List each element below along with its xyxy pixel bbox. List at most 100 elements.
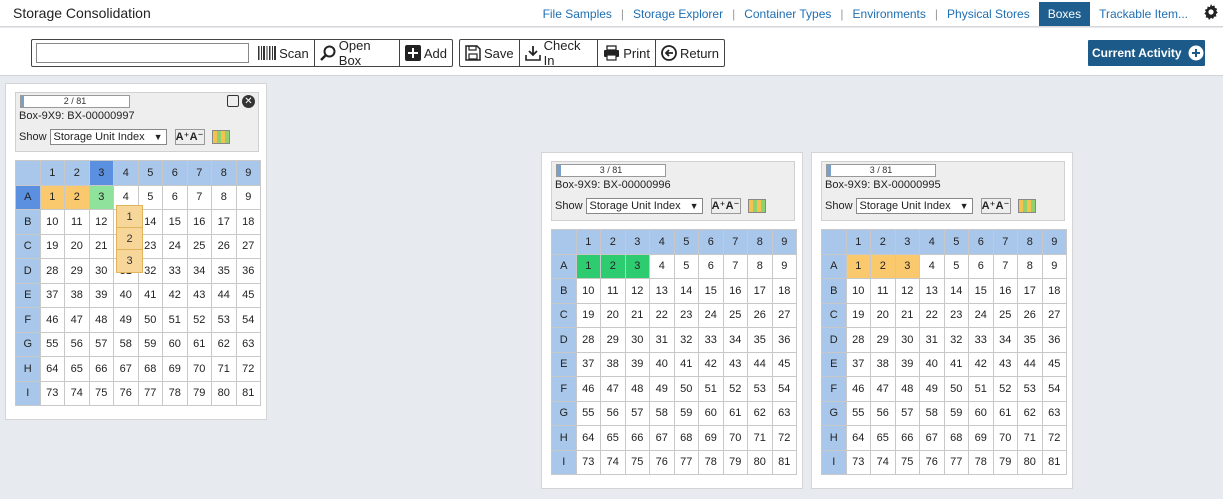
show-select[interactable]: Storage Unit Index ▼ [49, 129, 167, 145]
storage-slot[interactable]: 16 [722, 278, 748, 304]
row-header[interactable]: B [551, 278, 577, 304]
storage-slot[interactable]: 81 [235, 380, 261, 406]
row-header[interactable]: E [821, 351, 847, 377]
storage-slot[interactable]: 50 [943, 376, 969, 402]
storage-slot[interactable]: 69 [968, 425, 994, 451]
storage-slot[interactable]: 51 [968, 376, 994, 402]
storage-slot[interactable]: 59 [137, 331, 163, 357]
storage-slot[interactable]: 31 [649, 327, 675, 353]
nav-container-types[interactable]: Container Types [735, 7, 840, 21]
storage-slot[interactable]: 54 [1041, 376, 1067, 402]
storage-slot[interactable]: 19 [39, 233, 65, 259]
row-header[interactable]: A [821, 253, 847, 279]
storage-slot[interactable]: 13 [649, 278, 675, 304]
row-header[interactable]: H [821, 425, 847, 451]
storage-slot[interactable]: 43 [186, 282, 212, 308]
storage-slot[interactable]: 42 [162, 282, 188, 308]
font-decrease-button[interactable]: A⁻ [190, 130, 204, 144]
storage-slot[interactable]: 24 [698, 302, 724, 328]
column-header[interactable]: 8 [1017, 229, 1043, 255]
storage-slot[interactable]: 62 [211, 331, 237, 357]
row-header[interactable]: C [551, 302, 577, 328]
storage-slot[interactable]: 75 [88, 380, 114, 406]
storage-slot[interactable]: 8 [1017, 253, 1043, 279]
column-header[interactable]: 2 [870, 229, 896, 255]
storage-slot[interactable]: 34 [992, 327, 1018, 353]
column-header[interactable]: 3 [88, 160, 114, 186]
row-header[interactable]: C [821, 302, 847, 328]
row-header[interactable]: G [15, 331, 41, 357]
storage-slot[interactable]: 41 [137, 282, 163, 308]
storage-slot[interactable]: 48 [624, 376, 650, 402]
storage-slot[interactable]: 62 [747, 400, 773, 426]
font-increase-button[interactable]: A⁺ [982, 199, 996, 213]
storage-slot[interactable]: 79 [186, 380, 212, 406]
storage-slot[interactable]: 80 [211, 380, 237, 406]
column-header[interactable]: 5 [137, 160, 163, 186]
storage-slot[interactable]: 75 [624, 449, 650, 475]
storage-slot[interactable]: 30 [894, 327, 920, 353]
row-header[interactable]: B [15, 209, 41, 235]
storage-slot[interactable]: 35 [211, 258, 237, 284]
storage-slot[interactable]: 23 [673, 302, 699, 328]
show-select[interactable]: Storage Unit Index ▼ [585, 198, 703, 214]
storage-slot[interactable]: 26 [747, 302, 773, 328]
storage-slot[interactable]: 8 [211, 184, 237, 210]
storage-slot[interactable]: 37 [845, 351, 871, 377]
storage-slot[interactable]: 2 [64, 184, 90, 210]
storage-slot[interactable]: 37 [575, 351, 601, 377]
add-button[interactable]: Add [398, 40, 452, 66]
column-header[interactable]: 4 [919, 229, 945, 255]
storage-slot[interactable]: 46 [575, 376, 601, 402]
column-header[interactable]: 5 [943, 229, 969, 255]
row-header[interactable]: I [15, 380, 41, 406]
column-header[interactable]: 5 [673, 229, 699, 255]
storage-slot[interactable]: 77 [673, 449, 699, 475]
storage-slot[interactable]: 46 [845, 376, 871, 402]
storage-slot[interactable]: 6 [162, 184, 188, 210]
storage-slot[interactable]: 19 [575, 302, 601, 328]
storage-slot[interactable]: 9 [1041, 253, 1067, 279]
storage-slot[interactable]: 81 [771, 449, 797, 475]
column-header[interactable]: 8 [747, 229, 773, 255]
storage-slot[interactable]: 31 [919, 327, 945, 353]
storage-slot[interactable]: 77 [137, 380, 163, 406]
storage-slot[interactable]: 10 [39, 209, 65, 235]
storage-slot[interactable]: 30 [624, 327, 650, 353]
storage-slot[interactable]: 81 [1041, 449, 1067, 475]
storage-slot[interactable]: 39 [894, 351, 920, 377]
storage-slot[interactable]: 59 [673, 400, 699, 426]
storage-slot[interactable]: 54 [771, 376, 797, 402]
storage-slot[interactable]: 45 [1041, 351, 1067, 377]
storage-slot[interactable]: 39 [624, 351, 650, 377]
storage-slot[interactable]: 18 [235, 209, 261, 235]
storage-slot[interactable]: 23 [943, 302, 969, 328]
open-box-button[interactable]: Open Box [313, 38, 399, 68]
storage-slot[interactable]: 42 [968, 351, 994, 377]
storage-slot[interactable]: 40 [649, 351, 675, 377]
storage-slot[interactable]: 28 [39, 258, 65, 284]
storage-slot[interactable]: 25 [992, 302, 1018, 328]
storage-slot[interactable]: 68 [943, 425, 969, 451]
storage-slot[interactable]: 76 [113, 380, 139, 406]
storage-slot[interactable]: 62 [1017, 400, 1043, 426]
storage-slot[interactable]: 28 [575, 327, 601, 353]
storage-slot[interactable]: 72 [1041, 425, 1067, 451]
storage-slot[interactable]: 58 [649, 400, 675, 426]
storage-slot[interactable]: 77 [943, 449, 969, 475]
storage-slot[interactable]: 56 [600, 400, 626, 426]
storage-slot[interactable]: 43 [722, 351, 748, 377]
storage-slot[interactable]: 59 [943, 400, 969, 426]
storage-slot[interactable]: 5 [673, 253, 699, 279]
storage-slot[interactable]: 65 [600, 425, 626, 451]
storage-slot[interactable]: 54 [235, 307, 261, 333]
drag-item[interactable]: 3 [117, 250, 142, 272]
storage-slot[interactable]: 65 [870, 425, 896, 451]
storage-slot[interactable]: 73 [39, 380, 65, 406]
storage-slot[interactable]: 15 [162, 209, 188, 235]
storage-slot[interactable]: 4 [919, 253, 945, 279]
storage-slot[interactable]: 27 [771, 302, 797, 328]
storage-slot[interactable]: 44 [211, 282, 237, 308]
row-header[interactable]: A [551, 253, 577, 279]
check-in-button[interactable]: Check In [518, 38, 598, 68]
